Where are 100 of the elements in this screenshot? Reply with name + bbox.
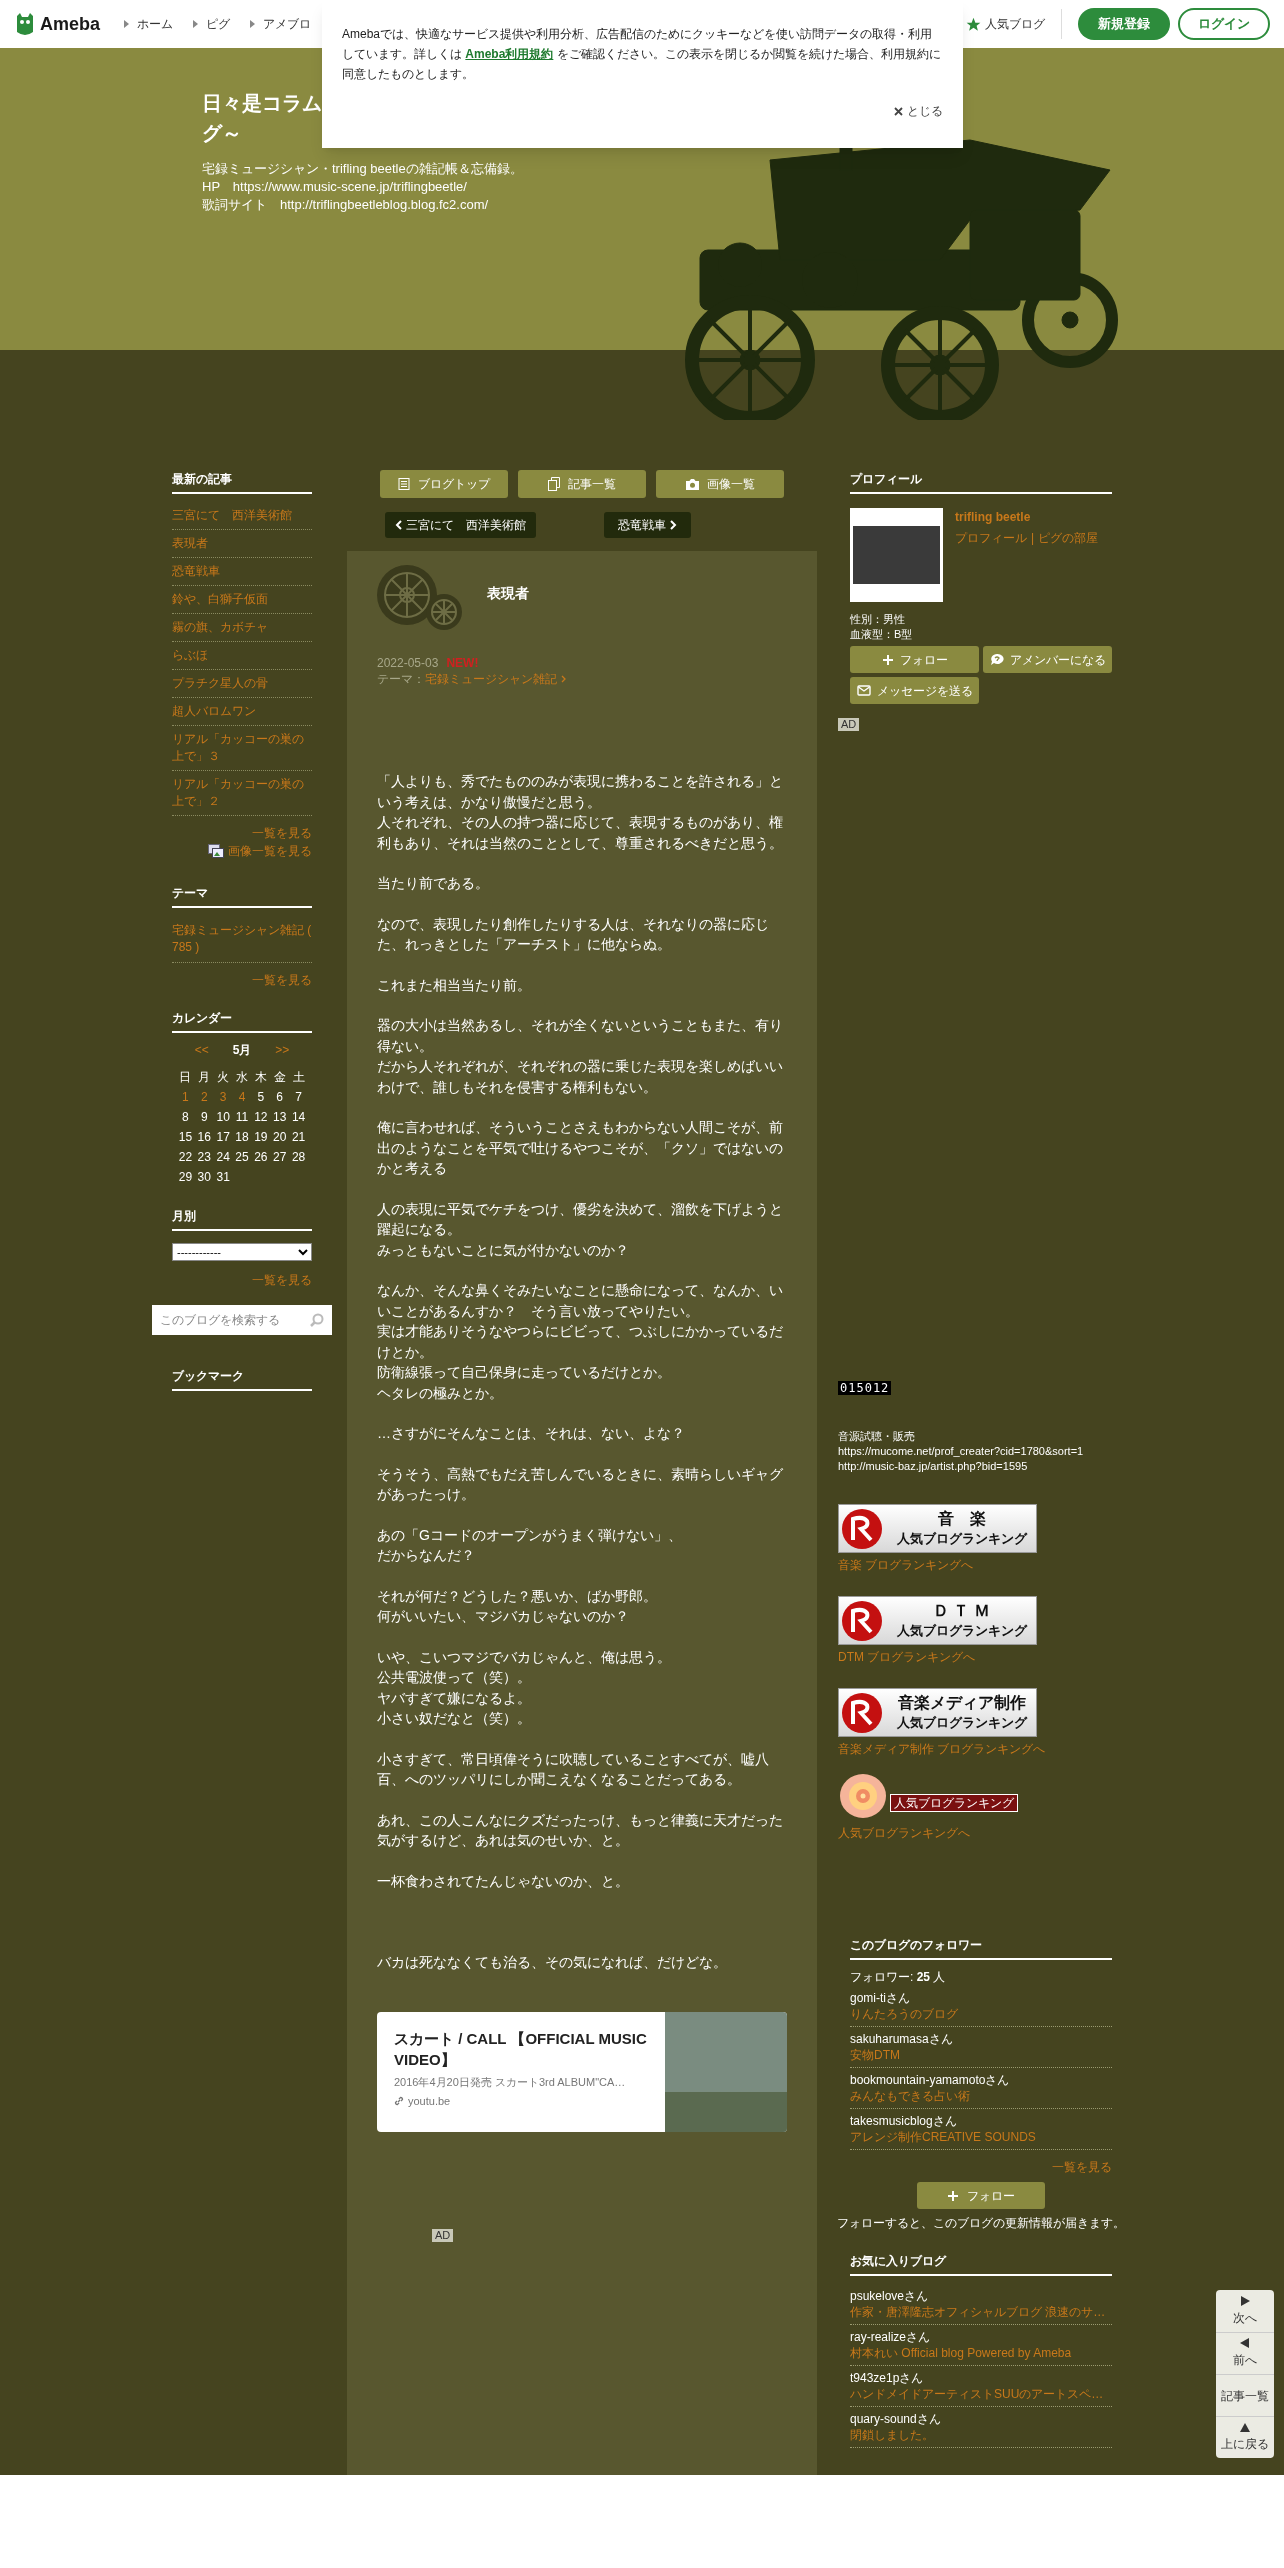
user-link[interactable]: psukeloveさん: [850, 2288, 1112, 2304]
blog-link[interactable]: アレンジ制作CREATIVE SOUNDS: [850, 2129, 1112, 2145]
close-button[interactable]: とじる: [894, 102, 943, 120]
previous-article-button[interactable]: 三宮にて 西洋美術館: [385, 512, 536, 538]
user-link[interactable]: quary-soundさん: [850, 2411, 1112, 2427]
recent-article-link[interactable]: リアル「カッコーの巣の上で」２: [172, 771, 312, 816]
ranking-link[interactable]: 音楽メディア制作 ブログランキングへ: [838, 1740, 1112, 1758]
blog-link[interactable]: 安物DTM: [850, 2047, 1112, 2063]
calendar-day-link[interactable]: 2: [194, 1087, 214, 1107]
star-icon: [966, 16, 981, 32]
next-month-link[interactable]: >>: [275, 1041, 290, 1059]
profile-link[interactable]: ピグの部屋: [1038, 529, 1099, 547]
profile-name-link[interactable]: trifling beetle: [955, 508, 1099, 526]
theme-link[interactable]: 宅録ミュージシャン雑記 ( 785 ): [172, 916, 312, 963]
calendar-day: 14: [289, 1107, 308, 1127]
recent-article-link[interactable]: 超人バロムワン: [172, 698, 312, 726]
ad-label: AD: [838, 718, 860, 731]
section-heading: ブックマーク: [172, 1367, 312, 1391]
nav-link[interactable]: ピグ: [193, 15, 231, 33]
user-link[interactable]: takesmusicblogさん: [850, 2113, 1112, 2129]
article-theme-link[interactable]: 宅録ミュージシャン雑記: [425, 671, 566, 687]
recent-article-link[interactable]: 霧の旗、カボチャ: [172, 614, 312, 642]
blog-link[interactable]: みんなもできる占い術: [850, 2088, 1112, 2104]
article-text: 防衛線張って自己保身に走っているだけとか。: [377, 1363, 672, 1382]
signup-button[interactable]: 新規登録: [1078, 8, 1170, 40]
blog-nav-button[interactable]: 記事一覧: [518, 470, 646, 498]
blog-link[interactable]: 村本れい Official blog Powered by Ameba: [850, 2345, 1112, 2361]
next-article-button[interactable]: 恐竜戦車: [604, 512, 691, 538]
profile-detail: 血液型：B型: [850, 627, 914, 642]
blog-link[interactable]: 作家・唐澤隆志オフィシャルブログ 浪速のサ…: [850, 2304, 1112, 2320]
article-date: 2022-05-03: [377, 655, 439, 671]
profile-link[interactable]: プロフィール: [955, 529, 1027, 547]
user-link[interactable]: bookmountain-yamamotoさん: [850, 2072, 1112, 2088]
access-counter: 015012: [838, 1381, 892, 1395]
calendar-day-link[interactable]: 3: [213, 1087, 233, 1107]
terms-link[interactable]: Ameba利用規約: [465, 47, 554, 61]
nav-link[interactable]: アメブロ: [250, 15, 312, 33]
article-text: みっともないことに気が付かないのか？: [377, 1240, 630, 1260]
scroll-nav-button[interactable]: 記事一覧: [1216, 2374, 1274, 2416]
article-text: なので、表現したり創作したりする人は、それなりの器に応じた、れっきとした「アーチスト」に他ならぬ。: [377, 914, 770, 954]
scroll-nav-button[interactable]: 前へ: [1216, 2332, 1274, 2374]
view-all-link[interactable]: 一覧を見る: [252, 824, 312, 842]
chevron-right-icon: [561, 675, 566, 683]
blog-nav-button[interactable]: ブログトップ: [380, 470, 508, 498]
blog-link[interactable]: ハンドメイドアーティストSUUのアートスペ…: [850, 2386, 1112, 2402]
recent-article-link[interactable]: 三宮にて 西洋美術館: [172, 502, 312, 530]
image-list-link[interactable]: 画像一覧を見る: [208, 842, 312, 860]
scroll-nav-button[interactable]: 次へ: [1216, 2290, 1274, 2332]
article-text: 小さい奴だなと（笑）。: [377, 1709, 532, 1728]
copy-icon: [548, 477, 560, 491]
blog-nav-button[interactable]: 画像一覧: [656, 470, 784, 498]
roll-cake-icon: [838, 1772, 888, 1820]
blog-link[interactable]: 閉鎖しました。: [850, 2427, 1112, 2443]
weekday-label: 火: [216, 1069, 231, 1086]
profile-action-button[interactable]: アメンバーになる: [983, 646, 1112, 673]
ranking-link[interactable]: 音楽 ブログランキングへ: [838, 1556, 1112, 1574]
recent-article-link[interactable]: 鈴や、白獅子仮面: [172, 586, 312, 614]
user-link[interactable]: t943ze1pさん: [850, 2370, 1112, 2386]
search-field[interactable]: このブログを検索する: [152, 1305, 332, 1335]
recent-article-link[interactable]: 恐竜戦車: [172, 558, 312, 586]
user-link[interactable]: sakuharumasaさん: [850, 2031, 1112, 2047]
blog-link[interactable]: りんたろうのブログ: [850, 2006, 1112, 2022]
calendar-day-link[interactable]: 1: [176, 1087, 195, 1107]
user-link[interactable]: ray-realizeさん: [850, 2329, 1112, 2345]
scroll-nav-button[interactable]: 上に戻る: [1216, 2416, 1274, 2458]
month-select[interactable]: ------------: [172, 1243, 312, 1261]
weekday-label: 金: [272, 1069, 287, 1086]
previous-month-link[interactable]: <<: [194, 1041, 209, 1059]
calendar-day: 6: [270, 1087, 290, 1107]
profile-action-button[interactable]: フォロー: [850, 646, 979, 673]
link-domain: youtu.be: [408, 2094, 451, 2109]
popular-blog-link[interactable]: 人気ブログ: [966, 9, 1062, 39]
calendar-day: 16: [194, 1127, 214, 1147]
blog-title[interactable]: グ～: [202, 118, 242, 148]
follow-button[interactable]: フォロー: [917, 2182, 1045, 2209]
ranking-banner[interactable]: 音楽メディア制作 人気ブログランキング: [838, 1688, 1037, 1737]
recent-article-link[interactable]: 表現者: [172, 530, 312, 558]
view-all-link[interactable]: 一覧を見る: [1052, 2158, 1112, 2176]
article-text: これまた相当当たり前。: [377, 975, 532, 995]
profile-action-button[interactable]: メッセージを送る: [850, 677, 979, 704]
ranking-link[interactable]: 人気ブログランキングへ: [838, 1824, 1112, 1842]
user-link[interactable]: gomi-tiさん: [850, 1990, 1112, 2006]
view-all-link[interactable]: 一覧を見る: [252, 1271, 312, 1289]
recent-article-link[interactable]: リアル「カッコーの巣の上で」３: [172, 726, 312, 771]
link-preview-card[interactable]: スカート / CALL 【OFFICIAL MUSIC VIDEO】 2016年4月20日発売 スカート3rd ALBUM"CA… youtu.be: [377, 2011, 787, 2132]
calendar-day-link[interactable]: 4: [232, 1087, 252, 1107]
article-text: 器の大小は当然あるし、それが全くないということもまた、有り得ない。: [377, 1016, 784, 1056]
blog-title[interactable]: 日々是コラム: [202, 88, 322, 118]
login-button[interactable]: ログイン: [1178, 8, 1270, 40]
ranking-banner[interactable]: 音 楽 人気ブログランキング: [838, 1504, 1037, 1553]
ranking-banner[interactable]: Ｄ Ｔ Ｍ 人気ブログランキング: [838, 1596, 1037, 1645]
recent-article-link[interactable]: らぶほ: [172, 642, 312, 670]
view-all-link[interactable]: 一覧を見る: [252, 971, 312, 989]
ranking-badge[interactable]: 人気ブログランキング: [890, 1794, 1018, 1812]
ameba-logo[interactable]: Ameba: [40, 10, 101, 38]
recent-article-link[interactable]: プラチク星人の骨: [172, 670, 312, 698]
close-icon: [894, 106, 903, 116]
images-icon: [208, 844, 224, 858]
ranking-link[interactable]: DTM ブログランキングへ: [838, 1648, 1112, 1666]
nav-link[interactable]: ホーム: [124, 15, 174, 33]
